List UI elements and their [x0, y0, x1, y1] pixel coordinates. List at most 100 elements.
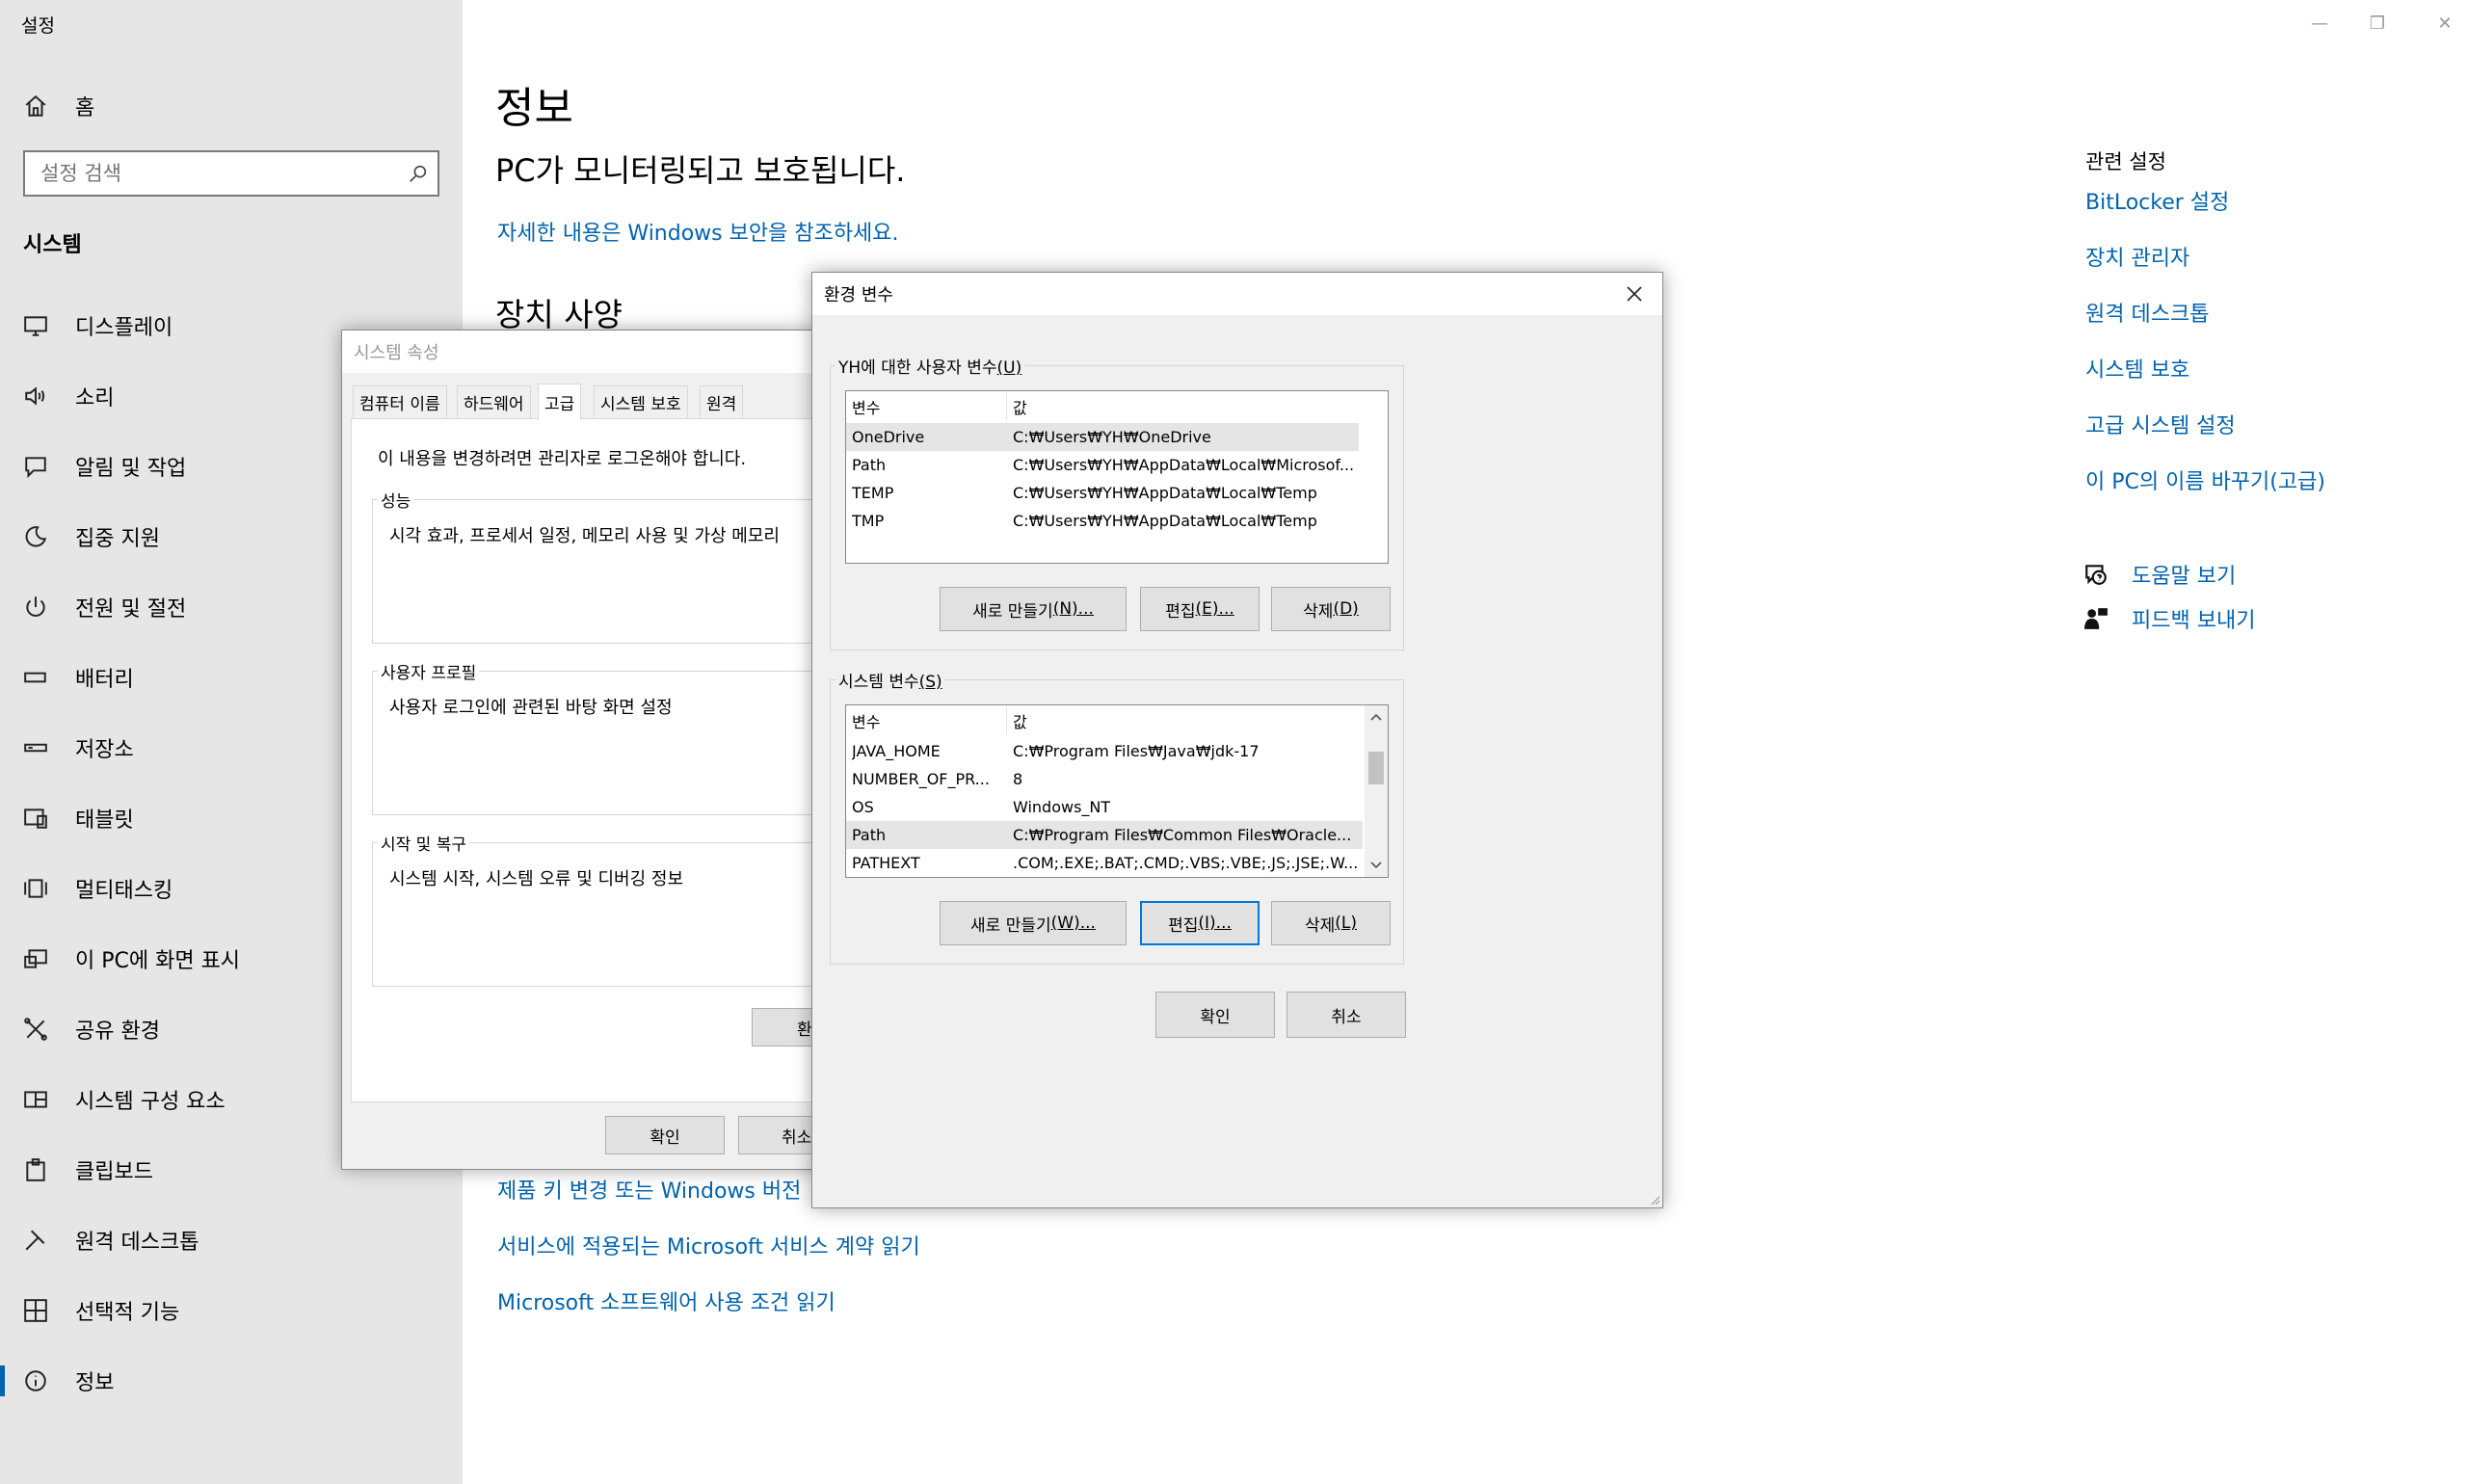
sidebar-item-label: 선택적 기능 [75, 1301, 180, 1325]
bitlocker-link[interactable]: BitLocker 설정 [2085, 185, 2229, 216]
home-label: 홈 [75, 96, 95, 120]
var-column-header[interactable]: 변수 [852, 395, 1006, 418]
env-cancel-button[interactable]: 취소 [1287, 992, 1406, 1038]
env-dialog-title: 환경 변수 [812, 273, 1662, 315]
user-edit-button[interactable]: 편집 (E)... [1140, 587, 1260, 631]
sidebar-item-label: 이 PC에 화면 표시 [75, 949, 241, 973]
user-profile-group [372, 671, 825, 815]
table-row[interactable]: Path C:₩Program Files₩Common Files₩Oracle… [846, 821, 1363, 849]
value-column-header[interactable]: 값 [1013, 709, 1027, 732]
tab-computer-name[interactable]: 컴퓨터 이름 [353, 385, 447, 418]
table-row[interactable]: JAVA_HOME C:₩Program Files₩Java₩jdk-17 [846, 737, 1363, 765]
sidebar-item-label: 원격 데스크톱 [75, 1231, 199, 1255]
close-icon [1627, 286, 1642, 302]
sidebar-item-label: 태블릿 [75, 808, 134, 833]
list-header[interactable]: 변수 값 [846, 391, 1388, 422]
tab-system-protection[interactable]: 시스템 보호 [594, 385, 688, 418]
table-row[interactable]: TMP C:₩Users₩YH₩AppData₩Local₩Temp [846, 507, 1359, 535]
user-vars-list[interactable]: 변수 값 OneDrive C:₩Users₩YH₩OneDrive Path C:… [845, 390, 1389, 564]
sidebar-item-label: 디스플레이 [75, 316, 173, 340]
system-new-button[interactable]: 새로 만들기 (W)... [940, 901, 1127, 945]
system-edit-button[interactable]: 편집 (I)... [1140, 901, 1260, 945]
system-vars-scrollbar[interactable] [1365, 705, 1388, 877]
sidebar-item-about[interactable]: 정보 [0, 1352, 463, 1410]
sidebar-item-label: 시스템 구성 요소 [75, 1090, 225, 1114]
table-row[interactable]: TEMP C:₩Users₩YH₩AppData₩Local₩Temp [846, 479, 1359, 507]
user-new-button[interactable]: 새로 만들기 (N)... [940, 587, 1127, 631]
maximize-button[interactable]: ❐ [2355, 6, 2400, 40]
tab-hardware[interactable]: 하드웨어 [457, 385, 531, 418]
app-title: 설정 [21, 15, 55, 37]
monitor-icon [21, 311, 50, 340]
remote-desktop-link[interactable]: 원격 데스크톱 [2085, 297, 2209, 328]
storage-icon [21, 733, 50, 762]
search-icon[interactable] [399, 154, 438, 193]
chevron-down-icon [1370, 861, 1382, 869]
sidebar-item-label: 멀티태스킹 [75, 879, 173, 903]
env-ok-button[interactable]: 확인 [1155, 992, 1275, 1038]
clipboard-icon [21, 1155, 50, 1184]
help-label: 도움말 보기 [2132, 565, 2237, 589]
search-input[interactable] [25, 162, 399, 185]
table-row[interactable]: NUMBER_OF_PR... 8 [846, 765, 1363, 793]
user-delete-button[interactable]: 삭제 (D) [1271, 587, 1391, 631]
sysprop-ok-button[interactable]: 확인 [605, 1116, 725, 1154]
user-profile-label: 사용자 프로필 [378, 659, 480, 683]
sidebar-item-label: 알림 및 작업 [75, 457, 187, 481]
sidebar-item-optional-features[interactable]: 선택적 기능 [0, 1282, 463, 1339]
sidebar-item-label: 배터리 [75, 668, 134, 692]
project-icon [21, 944, 50, 973]
table-row[interactable]: OneDrive C:₩Users₩YH₩OneDrive [846, 423, 1359, 451]
resize-grip-icon[interactable] [1649, 1194, 1660, 1206]
feedback-label: 피드백 보내기 [2132, 609, 2256, 633]
user-vars-label: YH에 대한 사용자 변수(U) [836, 354, 1025, 378]
system-vars-list[interactable]: 변수 값 JAVA_HOME C:₩Program Files₩Java₩jdk-… [845, 704, 1389, 878]
table-row[interactable]: PATHEXT .COM;.EXE;.BAT;.CMD;.VBS;.VBE;.JS… [846, 849, 1363, 877]
help-icon [2082, 560, 2110, 589]
sidebar-item-label: 집중 지원 [75, 527, 160, 551]
feedback-link[interactable]: 피드백 보내기 [2082, 603, 2255, 634]
dialog-title: 시스템 속성 [342, 331, 822, 373]
chevron-up-icon [1370, 713, 1382, 721]
sidebar-item-remote-desktop[interactable]: 원격 데스크톱 [0, 1211, 463, 1269]
product-key-link[interactable]: 제품 키 변경 또는 Windows 버전 [497, 1174, 801, 1205]
env-close-button[interactable] [1620, 280, 1649, 307]
startup-desc: 시스템 시작, 시스템 오류 및 디버깅 정보 [389, 869, 684, 889]
feedback-icon [2082, 604, 2110, 633]
components-icon [21, 1085, 50, 1114]
value-column-header[interactable]: 값 [1013, 395, 1027, 418]
sysprop-cancel-button[interactable]: 취소 [738, 1116, 823, 1154]
remote-icon [21, 1226, 50, 1255]
performance-label: 성능 [378, 488, 414, 512]
sidebar-item-home[interactable]: 홈 [0, 77, 463, 135]
features-icon [21, 1296, 50, 1325]
windows-security-link[interactable]: 자세한 내용은 Windows 보안을 참조하세요. [497, 216, 899, 247]
advanced-system-settings-link[interactable]: 고급 시스템 설정 [2085, 409, 2236, 439]
tab-advanced[interactable]: 고급 [538, 384, 582, 420]
power-icon [21, 593, 50, 622]
table-row[interactable]: Path C:₩Users₩YH₩AppData₩Local₩Microsof..… [846, 451, 1359, 479]
table-row[interactable]: OS Windows_NT [846, 793, 1363, 821]
scrollbar-thumb[interactable] [1368, 752, 1384, 784]
var-column-header[interactable]: 변수 [852, 709, 1006, 732]
rename-pc-link[interactable]: 이 PC의 이름 바꾸기(고급) [2085, 464, 2325, 495]
list-header[interactable]: 변수 값 [846, 705, 1366, 736]
battery-icon [21, 663, 50, 692]
help-link[interactable]: 도움말 보기 [2082, 559, 2236, 590]
tab-remote[interactable]: 원격 [700, 385, 744, 418]
related-settings-title: 관련 설정 [2085, 150, 2166, 173]
minimize-button[interactable]: — [2297, 6, 2342, 40]
home-icon [21, 92, 50, 120]
device-manager-link[interactable]: 장치 관리자 [2085, 241, 2189, 272]
system-delete-button[interactable]: 삭제 (L) [1271, 901, 1391, 945]
env-vars-dialog: 환경 변수 YH에 대한 사용자 변수(U) 변수 값 OneDrive C:₩U… [811, 272, 1663, 1208]
search-box[interactable] [23, 150, 439, 197]
system-vars-label: 시스템 변수(S) [836, 668, 945, 692]
speaker-icon [21, 382, 50, 411]
multitasking-icon [21, 874, 50, 903]
license-terms-link[interactable]: Microsoft 소프트웨어 사용 조건 읽기 [497, 1285, 836, 1316]
service-agreement-link[interactable]: 서비스에 적용되는 Microsoft 서비스 계약 읽기 [497, 1230, 920, 1260]
system-protection-link[interactable]: 시스템 보호 [2085, 353, 2189, 384]
close-button[interactable]: ✕ [2423, 6, 2467, 40]
sidebar-item-label: 공유 환경 [75, 1020, 160, 1044]
